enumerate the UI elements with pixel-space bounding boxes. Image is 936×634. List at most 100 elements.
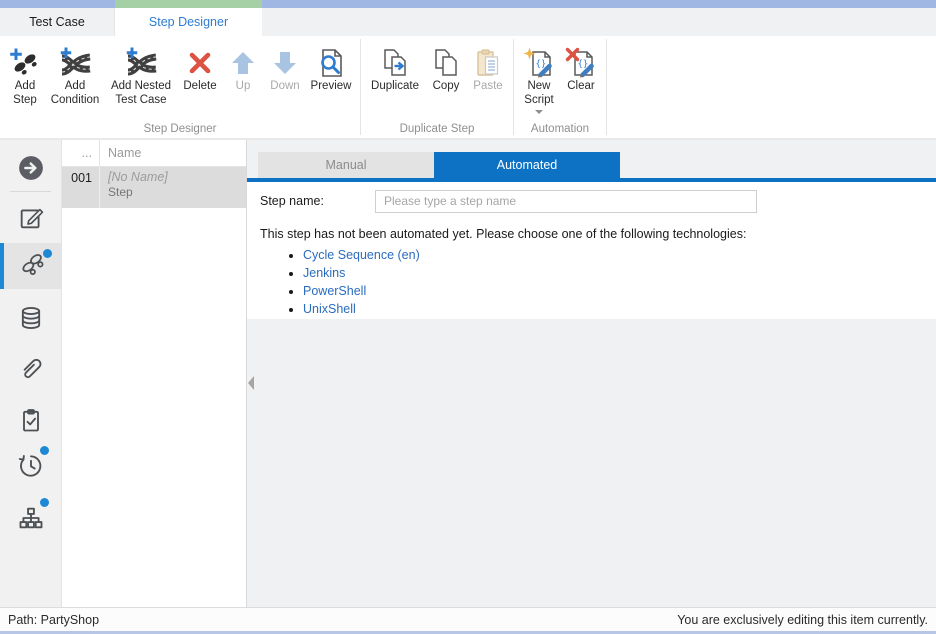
group-label-step-designer: Step Designer	[0, 123, 360, 135]
new-script-button[interactable]: {} New Script	[518, 46, 560, 114]
content-area: ... Name 001 [No Name] Step Manual Autom…	[0, 140, 936, 607]
down-icon	[268, 46, 302, 80]
technology-link-unixshell[interactable]: UnixShell	[303, 302, 356, 316]
steps-table-header: ... Name	[62, 140, 246, 167]
clear-script-button[interactable]: {} Clear	[560, 46, 602, 94]
group-label-duplicate-step: Duplicate Step	[361, 123, 513, 135]
step-editor-panel: Manual Automated Step name: This step ha…	[247, 140, 936, 607]
copy-button[interactable]: Copy	[425, 46, 467, 94]
edit-icon	[17, 204, 45, 237]
step-name-cell: [No Name]	[108, 170, 168, 185]
add-step-label-2: Step	[13, 94, 37, 108]
duplicate-label: Duplicate	[371, 80, 419, 94]
new-script-label-2: Script	[524, 94, 553, 108]
list-item: UnixShell	[303, 302, 936, 316]
window-tab-bar: Test Case Step Designer	[0, 8, 936, 36]
technology-link-cycle-sequence[interactable]: Cycle Sequence (en)	[303, 248, 420, 262]
clear-script-icon: {}	[564, 46, 598, 80]
step-type-cell: Step	[108, 185, 168, 200]
delete-label: Delete	[183, 80, 216, 94]
down-button[interactable]: Down	[264, 46, 306, 94]
add-condition-button[interactable]: Add Condition	[46, 46, 104, 107]
technology-link-powershell[interactable]: PowerShell	[303, 284, 366, 298]
attachments-icon	[17, 354, 45, 387]
column-header-name: Name	[100, 140, 141, 166]
history-notification-dot	[40, 446, 49, 455]
window-top-strip	[0, 0, 936, 8]
preview-label: Preview	[311, 80, 352, 94]
copy-label: Copy	[433, 80, 460, 94]
history-icon	[17, 452, 45, 485]
add-step-label-1: Add	[13, 80, 37, 94]
sidebar-item-attachments[interactable]	[0, 352, 61, 388]
list-item: Cycle Sequence (en)	[303, 248, 936, 262]
hierarchy-notification-dot	[40, 498, 49, 507]
add-nested-test-case-icon	[124, 46, 158, 80]
tab-automated[interactable]: Automated	[434, 152, 620, 178]
sidebar-item-history[interactable]	[0, 450, 61, 486]
paste-label: Paste	[473, 80, 502, 94]
active-tab-marker	[115, 0, 262, 8]
editor-tab-bar: Manual Automated	[247, 152, 936, 178]
add-nested-test-case-button[interactable]: Add Nested Test Case	[104, 46, 178, 107]
sidebar-item-edit[interactable]	[0, 202, 61, 238]
tab-manual[interactable]: Manual	[258, 152, 434, 178]
delete-button[interactable]: Delete	[178, 46, 222, 94]
list-item: PowerShell	[303, 284, 936, 298]
sidebar-item-navigate[interactable]	[0, 152, 61, 188]
automation-message: This step has not been automated yet. Pl…	[247, 227, 936, 241]
group-label-automation: Automation	[514, 123, 606, 135]
steps-notification-dot	[43, 249, 52, 258]
technology-list: Cycle Sequence (en) Jenkins PowerShell U…	[247, 248, 936, 316]
navigate-icon	[16, 153, 46, 188]
status-bar: Path: PartyShop You are exclusively edit…	[0, 607, 936, 634]
paste-button[interactable]: Paste	[467, 46, 509, 94]
checklist-icon	[17, 406, 45, 439]
sidebar-item-hierarchy[interactable]	[0, 502, 61, 538]
sidebar-item-steps[interactable]	[0, 243, 61, 289]
add-step-icon	[8, 46, 42, 80]
app-window: Test Case Step Designer Add Step	[0, 0, 936, 634]
hierarchy-icon	[17, 504, 45, 537]
data-icon	[17, 304, 45, 337]
up-icon	[226, 46, 260, 80]
ribbon-toolbar: Add Step Add Condition	[0, 36, 936, 140]
duplicate-button[interactable]: Duplicate	[365, 46, 425, 94]
down-label: Down	[270, 80, 299, 94]
up-label: Up	[236, 80, 251, 94]
status-path: Path: PartyShop	[8, 613, 99, 627]
tab-step-designer[interactable]: Step Designer	[115, 8, 262, 36]
new-script-dropdown-caret[interactable]	[535, 110, 543, 114]
add-step-button[interactable]: Add Step	[4, 46, 46, 107]
ribbon-group-automation: {} New Script {}	[514, 39, 607, 135]
step-number: 001	[62, 167, 100, 208]
tab-test-case[interactable]: Test Case	[0, 8, 115, 36]
add-nested-label-2: Test Case	[111, 94, 171, 108]
steps-table: ... Name 001 [No Name] Step	[62, 140, 247, 607]
add-condition-label-1: Add	[51, 80, 100, 94]
add-condition-icon	[58, 46, 92, 80]
step-name-label: Step name:	[260, 194, 375, 208]
preview-button[interactable]: Preview	[306, 46, 356, 94]
clear-script-label: Clear	[567, 80, 594, 94]
status-editing-notice: You are exclusively editing this item cu…	[677, 613, 928, 627]
list-item: Jenkins	[303, 266, 936, 280]
sidebar-item-checklist[interactable]	[0, 404, 61, 440]
technology-link-jenkins[interactable]: Jenkins	[303, 266, 345, 280]
up-button[interactable]: Up	[222, 46, 264, 94]
sidebar-separator	[10, 191, 51, 192]
panel-collapse-handle[interactable]	[248, 376, 254, 390]
copy-icon	[429, 46, 463, 80]
preview-icon	[314, 46, 348, 80]
step-name-input[interactable]	[375, 190, 757, 213]
ribbon-group-duplicate-step: Duplicate Copy	[361, 39, 514, 135]
editor-top-gap	[247, 140, 936, 152]
duplicate-icon	[378, 46, 412, 80]
ribbon-group-step-designer: Add Step Add Condition	[0, 39, 361, 135]
paste-icon	[471, 46, 505, 80]
add-condition-label-2: Condition	[51, 94, 100, 108]
automated-tab-content: Step name: This step has not been automa…	[247, 182, 936, 319]
sidebar-item-data[interactable]	[0, 302, 61, 338]
delete-icon	[183, 46, 217, 80]
table-row[interactable]: 001 [No Name] Step	[62, 167, 246, 208]
